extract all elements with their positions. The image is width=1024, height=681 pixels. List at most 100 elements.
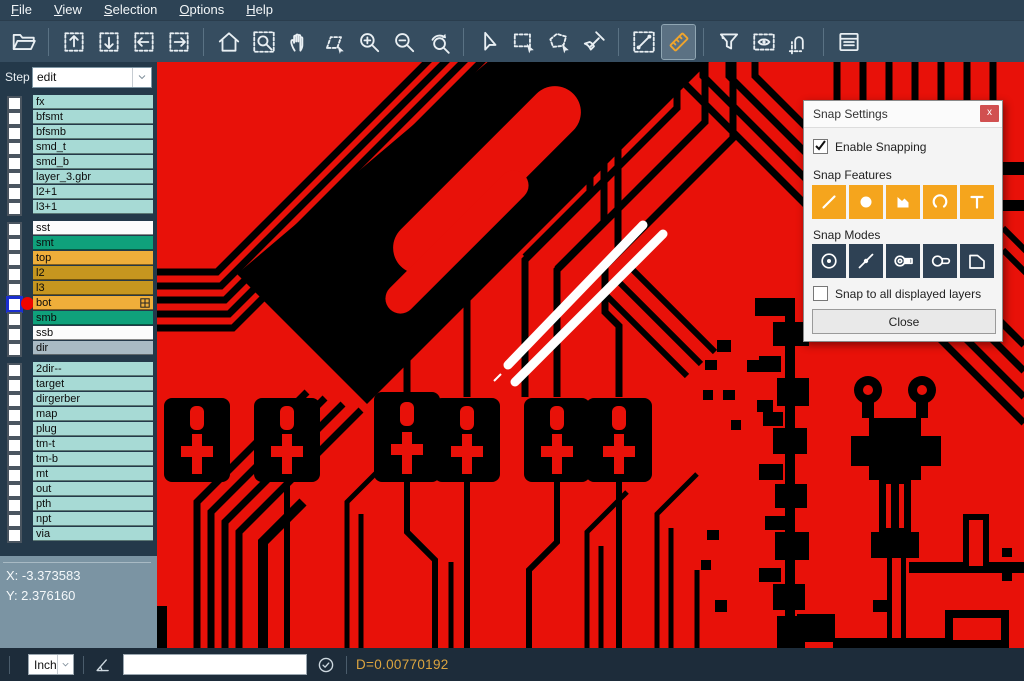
layer-item-plug[interactable]: plug <box>33 422 153 436</box>
home-view-icon[interactable] <box>212 25 245 59</box>
layer-visibility-checkbox[interactable] <box>7 393 22 408</box>
layer-visibility-checkbox[interactable] <box>7 378 22 393</box>
layer-visibility-checkbox[interactable] <box>7 237 22 252</box>
menu-item-selection[interactable]: Selection <box>93 0 168 20</box>
snap-pad-icon[interactable] <box>923 244 957 278</box>
layer-item-out[interactable]: out <box>33 482 153 496</box>
measure-net-icon[interactable] <box>782 25 815 59</box>
layer-visibility-checkbox[interactable] <box>7 171 22 186</box>
menu-item-options[interactable]: Options <box>168 0 235 20</box>
layer-visibility-checkbox[interactable] <box>7 252 22 267</box>
pan-down-icon[interactable] <box>92 25 125 59</box>
menu-item-help[interactable]: Help <box>235 0 284 20</box>
layer-item-bfsmb[interactable]: bfsmb <box>33 125 153 139</box>
layer-item-smt[interactable]: smt <box>33 236 153 250</box>
chevron-down-icon[interactable] <box>57 655 73 674</box>
layer-item-target[interactable]: target <box>33 377 153 391</box>
close-button[interactable]: Close <box>812 309 996 334</box>
layer-visibility-checkbox[interactable] <box>7 498 22 513</box>
layer-visibility-checkbox[interactable] <box>7 528 22 543</box>
chevron-down-icon[interactable] <box>132 68 151 87</box>
apply-icon[interactable] <box>315 654 337 676</box>
dialog-title-bar[interactable]: Snap Settings x <box>804 101 1002 128</box>
select-rectangle-icon[interactable] <box>507 25 540 59</box>
units-select[interactable]: Inch <box>28 654 74 675</box>
layers-panel-icon[interactable] <box>832 25 865 59</box>
zoom-selection-icon[interactable] <box>247 25 280 59</box>
layer-visibility-checkbox[interactable] <box>7 513 22 528</box>
open-file-icon[interactable] <box>7 25 40 59</box>
layer-visibility-checkbox[interactable] <box>7 438 22 453</box>
layer-visibility-checkbox[interactable] <box>7 186 22 201</box>
pan-hand-icon[interactable] <box>282 25 315 59</box>
menu-item-view[interactable]: View <box>43 0 93 20</box>
layer-visibility-checkbox[interactable] <box>7 363 22 378</box>
layer-item-via[interactable]: via <box>33 527 153 541</box>
pan-right-icon[interactable] <box>162 25 195 59</box>
layer-visibility-checkbox[interactable] <box>7 327 22 342</box>
snap-online-icon[interactable] <box>849 244 883 278</box>
view-filter-icon[interactable] <box>747 25 780 59</box>
zoom-in-icon[interactable] <box>352 25 385 59</box>
layer-item-layer_3.gbr[interactable]: layer_3.gbr <box>33 170 153 184</box>
snap-arc-icon[interactable] <box>923 185 957 219</box>
layer-visibility-checkbox[interactable] <box>7 156 22 171</box>
layer-item-sst[interactable]: sst <box>33 221 153 235</box>
snap-line-icon[interactable] <box>812 185 846 219</box>
zoom-out-icon[interactable] <box>387 25 420 59</box>
close-icon[interactable]: x <box>980 105 999 122</box>
layer-visibility-checkbox[interactable] <box>7 126 22 141</box>
layer-visibility-checkbox[interactable] <box>7 312 22 327</box>
layer-visibility-checkbox[interactable] <box>7 141 22 156</box>
layer-visibility-checkbox[interactable] <box>7 453 22 468</box>
layer-item-smd_t[interactable]: smd_t <box>33 140 153 154</box>
layer-item-l2[interactable]: l2 <box>33 266 153 280</box>
pan-left-icon[interactable] <box>127 25 160 59</box>
menu-item-file[interactable]: File <box>0 0 43 20</box>
ruler-icon[interactable] <box>662 25 695 59</box>
layer-item-ssb[interactable]: ssb <box>33 326 153 340</box>
layer-item-map[interactable]: map <box>33 407 153 421</box>
snap-text-icon[interactable] <box>960 185 994 219</box>
layer-item-dir[interactable]: dir <box>33 341 153 355</box>
layer-visibility-checkbox[interactable] <box>7 111 22 126</box>
layer-visibility-checkbox[interactable] <box>7 96 22 111</box>
layer-item-bot[interactable]: bot <box>33 296 153 310</box>
layer-item-dirgerber[interactable]: dirgerber <box>33 392 153 406</box>
snap-pad-entry-icon[interactable] <box>886 244 920 278</box>
layer-visibility-checkbox[interactable] <box>7 423 22 438</box>
zoom-window-icon[interactable] <box>317 25 350 59</box>
snap-center-icon[interactable] <box>812 244 846 278</box>
layer-item-smb[interactable]: smb <box>33 311 153 325</box>
snap-circle-icon[interactable] <box>849 185 883 219</box>
command-input[interactable] <box>123 654 307 675</box>
snap-all-layers-checkbox[interactable] <box>813 286 828 301</box>
step-select[interactable]: edit <box>32 67 152 88</box>
layer-item-l3[interactable]: l3 <box>33 281 153 295</box>
select-polygon-icon[interactable] <box>542 25 575 59</box>
layer-item-bfsmt[interactable]: bfsmt <box>33 110 153 124</box>
layer-visibility-checkbox[interactable] <box>7 201 22 216</box>
layer-item-tm-b[interactable]: tm-b <box>33 452 153 466</box>
layer-visibility-checkbox[interactable] <box>7 267 22 282</box>
layer-item-fx[interactable]: fx <box>33 95 153 109</box>
clear-selection-icon[interactable] <box>577 25 610 59</box>
layer-item-npt[interactable]: npt <box>33 512 153 526</box>
angle-icon[interactable] <box>93 654 115 676</box>
measure-points-icon[interactable] <box>627 25 660 59</box>
layer-visibility-checkbox[interactable] <box>7 282 22 297</box>
layer-visibility-checkbox[interactable] <box>7 468 22 483</box>
snap-surface-icon[interactable] <box>886 185 920 219</box>
enable-snapping-checkbox[interactable] <box>813 139 828 154</box>
filter-icon[interactable] <box>712 25 745 59</box>
layer-visibility-checkbox[interactable] <box>7 342 22 357</box>
select-cursor-icon[interactable] <box>472 25 505 59</box>
layer-visibility-checkbox[interactable] <box>7 483 22 498</box>
layer-item-mt[interactable]: mt <box>33 467 153 481</box>
layer-item-2dir--[interactable]: 2dir-- <box>33 362 153 376</box>
layer-item-top[interactable]: top <box>33 251 153 265</box>
layer-visibility-checkbox[interactable] <box>7 408 22 423</box>
layer-item-smd_b[interactable]: smd_b <box>33 155 153 169</box>
pan-up-icon[interactable] <box>57 25 90 59</box>
zoom-previous-icon[interactable] <box>422 25 455 59</box>
